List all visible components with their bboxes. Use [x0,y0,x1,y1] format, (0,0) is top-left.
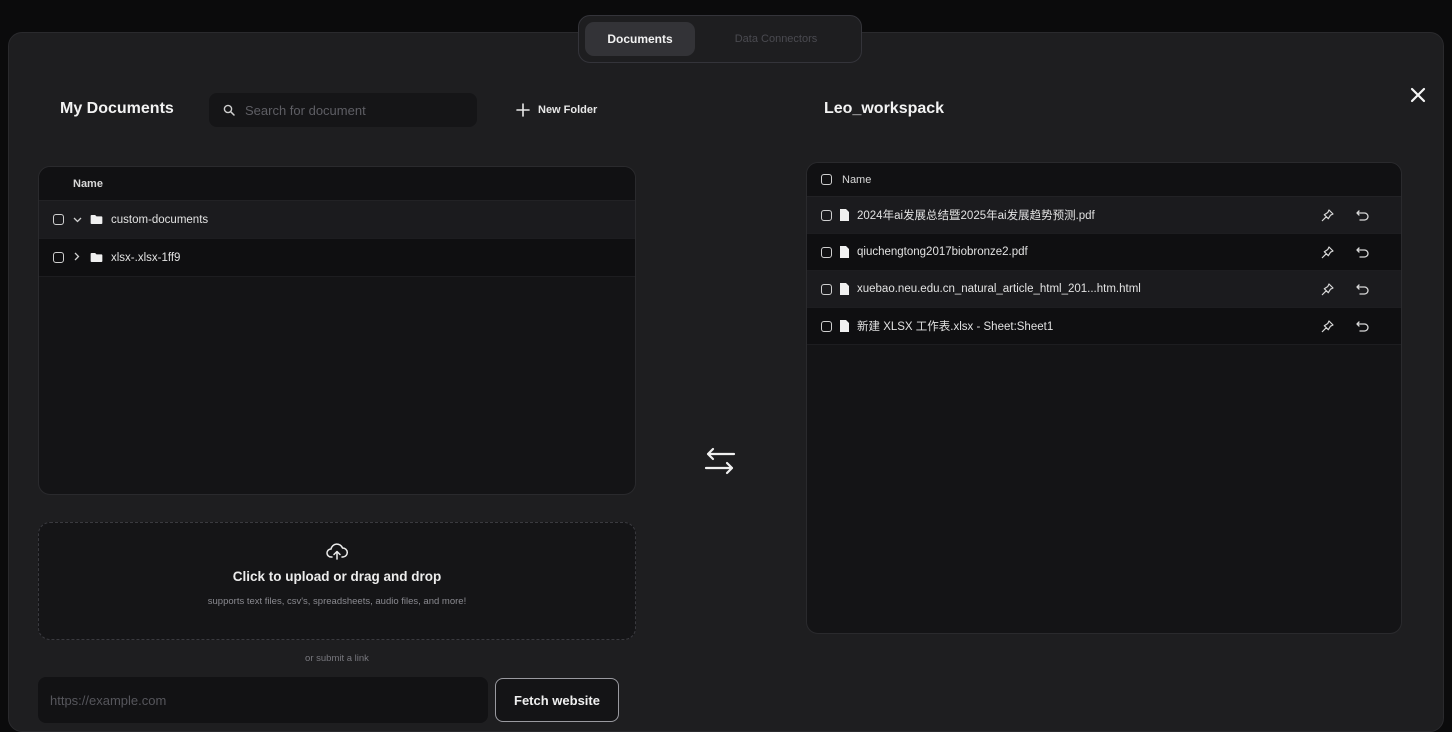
checkbox[interactable] [821,283,832,295]
row-actions [1321,319,1369,333]
row-actions [1321,208,1369,222]
select-all-checkbox[interactable] [821,174,832,185]
document-icon [840,320,849,332]
cloud-upload-icon [326,543,348,560]
undo-icon[interactable] [1356,283,1369,295]
document-icon [840,246,849,258]
file-name: xuebao.neu.edu.cn_natural_article_html_2… [857,283,1141,295]
workspace-panel: Name 2024年ai发展总结暨2025年ai发展趋势预测.pdf qiuch… [806,162,1402,634]
swap-arrows-icon[interactable] [700,441,740,481]
chevron-down-icon[interactable] [70,214,84,226]
file-row[interactable]: 2024年ai发展总结暨2025年ai发展趋势预测.pdf [807,197,1401,234]
upload-subtitle: supports text files, csv's, spreadsheets… [207,596,467,607]
document-icon [840,283,849,295]
folder-name: xlsx-.xlsx-1ff9 [111,251,181,264]
document-icon [840,209,849,221]
file-name: 2024年ai发展总结暨2025年ai发展趋势预测.pdf [857,210,1095,222]
plus-icon [516,103,530,117]
undo-icon[interactable] [1356,209,1369,221]
search-input[interactable] [245,102,465,118]
url-input[interactable] [38,677,488,723]
upload-title: Click to upload or drag and drop [232,569,442,584]
workspace-title: Leo_workspack [824,100,945,117]
close-x-glyph [1410,87,1426,103]
column-header-name[interactable]: Name [39,167,635,201]
workspace-file-list: 2024年ai发展总结暨2025年ai发展趋势预测.pdf qiuchengto… [807,197,1401,345]
row-actions [1321,245,1369,259]
folder-icon [90,253,103,262]
pin-icon[interactable] [1321,245,1334,259]
document-search[interactable] [209,93,477,127]
file-row[interactable]: xuebao.neu.edu.cn_natural_article_html_2… [807,271,1401,308]
pin-icon[interactable] [1321,282,1334,296]
folder-row[interactable]: custom-documents [39,201,635,239]
folder-icon [90,215,103,224]
file-name: 新建 XLSX 工作表.xlsx - Sheet:Sheet1 [857,321,1054,333]
checkbox[interactable] [821,209,832,221]
folder-name: custom-documents [111,213,209,226]
checkbox[interactable] [821,246,832,258]
file-name: qiuchengtong2017biobronze2.pdf [857,246,1028,258]
new-folder-button[interactable]: New Folder [516,98,597,122]
pin-icon[interactable] [1321,208,1334,222]
tab-bar: Documents Data Connectors [578,15,862,63]
file-row[interactable]: 新建 XLSX 工作表.xlsx - Sheet:Sheet1 [807,308,1401,345]
undo-icon[interactable] [1356,246,1369,258]
checkbox[interactable] [53,214,64,225]
upload-dropzone[interactable]: Click to upload or drag and drop support… [38,522,636,640]
fetch-website-button[interactable]: Fetch website [495,678,619,722]
close-icon[interactable] [1406,83,1430,107]
new-folder-label: New Folder [538,104,598,116]
my-documents-title: My Documents [60,100,174,117]
row-actions [1321,282,1369,296]
or-submit-link-text: or submit a link [305,653,369,664]
search-icon [223,104,235,116]
undo-icon[interactable] [1356,320,1369,332]
tab-documents[interactable]: Documents [585,22,695,56]
chevron-right-icon[interactable] [70,252,84,264]
file-row[interactable]: qiuchengtong2017biobronze2.pdf [807,234,1401,271]
checkbox[interactable] [821,320,832,332]
checkbox[interactable] [53,252,64,263]
column-header-name[interactable]: Name [842,174,871,186]
column-header: Name [807,163,1401,197]
my-documents-panel: Name custom-documents xlsx-.xlsx-1ff9 [38,166,636,495]
pin-icon[interactable] [1321,319,1334,333]
tab-data-connectors[interactable]: Data Connectors [701,22,851,56]
folder-row[interactable]: xlsx-.xlsx-1ff9 [39,239,635,277]
